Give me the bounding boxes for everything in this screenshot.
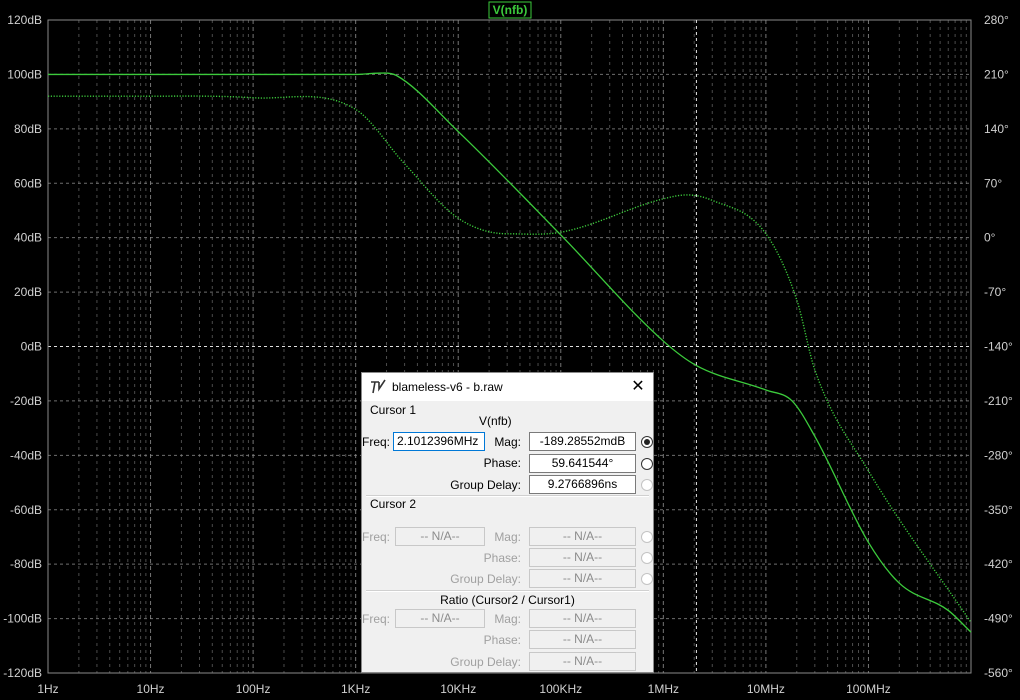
x-axis-label: 100KHz [539, 682, 582, 696]
trace-label[interactable]: V(nfb) [493, 3, 528, 17]
cursor2-mag-field: -- N/A-- [529, 527, 636, 546]
cursor2-group-label: Cursor 2 [370, 497, 417, 511]
right-axis-label: -490° [984, 612, 1013, 626]
cursor1-group-delay-radio[interactable] [641, 479, 653, 491]
cursor2-mag-label: Mag: [494, 530, 521, 544]
x-axis-labels: 1Hz 10Hz 100Hz 1KHz 10KHz 100KHz 1MHz 10MHz 100M… [37, 682, 890, 696]
cursor1-group-label: Cursor 1 [370, 403, 417, 417]
separator [366, 590, 649, 592]
dialog-titlebar[interactable]: blameless-v6 - b.raw ✕ [362, 373, 653, 401]
cursor1-phase-label: Phase: [483, 456, 521, 470]
right-axis-label: 210° [984, 67, 1009, 81]
left-axis-label: -100dB [3, 612, 42, 626]
cursor1-phase-field: 59.641544° [529, 454, 636, 473]
ratio-mag-field: -- N/A-- [529, 609, 636, 628]
x-axis-label: 100MHz [846, 682, 891, 696]
x-axis-label: 10KHz [440, 682, 476, 696]
cursor1-phase-radio[interactable] [641, 458, 653, 470]
left-axis-labels: 120dB 100dB 80dB 60dB 40dB 20dB 0dB -20dB -40dB -… [3, 13, 42, 680]
left-axis-label: 20dB [14, 285, 42, 299]
cursor1-mag-radio[interactable] [641, 436, 653, 448]
ltspice-app-icon [371, 379, 386, 394]
right-axis-label: -280° [984, 448, 1013, 462]
right-axis-label: -70° [984, 285, 1006, 299]
cursor2-group-delay-label: Group Delay: [450, 572, 521, 586]
cursor2-freq-input[interactable]: -- N/A-- [395, 527, 485, 546]
cursor2-mag-radio[interactable] [641, 531, 653, 543]
trace-label-box[interactable]: V(nfb) [488, 1, 532, 19]
x-axis-label: 10MHz [747, 682, 785, 696]
ratio-mag-label: Mag: [494, 612, 521, 626]
right-axis-label: -560° [984, 666, 1013, 680]
cursor2-group-delay-radio[interactable] [641, 573, 653, 585]
cursor1-group-delay-field: 9.2766896ns [529, 475, 636, 494]
x-axis-label: 100Hz [236, 682, 271, 696]
left-axis-label: -60dB [10, 503, 42, 517]
right-axis-labels: 280° 210° 140° 70° 0° -70° -140° -210° -280° -350… [984, 13, 1013, 680]
right-axis-label: -210° [984, 394, 1013, 408]
ratio-phase-field: -- N/A-- [529, 630, 636, 649]
cursor1-freq-label: Freq: [362, 435, 391, 449]
left-axis-label: 100dB [7, 67, 42, 81]
left-axis-label: 60dB [14, 176, 42, 190]
cursor2-phase-field: -- N/A-- [529, 548, 636, 567]
cursor2-phase-radio[interactable] [641, 552, 653, 564]
ratio-phase-label: Phase: [483, 633, 521, 647]
left-axis-label: 120dB [7, 13, 42, 27]
cursor2-freq-label: Freq: [362, 530, 391, 544]
x-axis-label: 10Hz [137, 682, 165, 696]
left-axis-label: 0dB [21, 340, 42, 354]
left-axis-label: -80dB [10, 557, 42, 571]
left-axis-label: -20dB [10, 394, 42, 408]
cursor2-phase-label: Phase: [483, 551, 521, 565]
left-axis-label: 40dB [14, 231, 42, 245]
x-axis-label: 1Hz [37, 682, 58, 696]
cursor1-group-delay-label: Group Delay: [450, 478, 521, 492]
ratio-group-label: Ratio (Cursor2 / Cursor1) [440, 593, 575, 607]
right-axis-label: -350° [984, 503, 1013, 517]
close-button[interactable]: ✕ [623, 373, 653, 401]
ratio-group-delay-field: -- N/A-- [529, 652, 636, 671]
right-axis-label: 0° [984, 231, 996, 245]
x-axis-label: 1KHz [341, 682, 370, 696]
right-axis-label: 70° [984, 176, 1002, 190]
cursor-dialog: blameless-v6 - b.raw ✕ Cursor 1 V(nfb) F… [361, 372, 654, 673]
ratio-group-delay-label: Group Delay: [450, 655, 521, 669]
left-axis-label: -120dB [3, 666, 42, 680]
cursor1-mag-label: Mag: [494, 435, 521, 449]
dialog-title: blameless-v6 - b.raw [392, 380, 503, 394]
right-axis-label: 140° [984, 122, 1009, 136]
right-axis-label: 280° [984, 13, 1009, 27]
cursor1-trace-name: V(nfb) [479, 414, 512, 428]
right-axis-label: -140° [984, 340, 1013, 354]
ratio-freq-label: Freq: [362, 612, 391, 626]
right-axis-label: -420° [984, 557, 1013, 571]
left-axis-label: 80dB [14, 122, 42, 136]
cursor2-group-delay-field: -- N/A-- [529, 569, 636, 588]
cursor1-mag-field: -189.28552mdB [529, 432, 636, 451]
cursor1-freq-input[interactable]: 2.1012396MHz [393, 432, 485, 451]
left-axis-label: -40dB [10, 448, 42, 462]
ratio-freq-input[interactable]: -- N/A-- [395, 609, 485, 628]
x-axis-label: 1MHz [648, 682, 679, 696]
